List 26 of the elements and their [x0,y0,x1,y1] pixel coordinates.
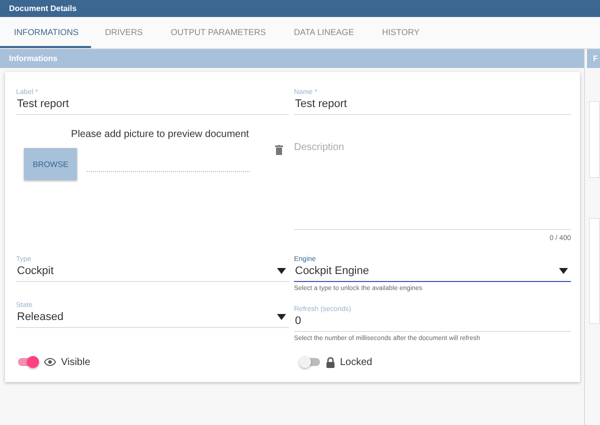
tab[interactable]: HISTORY [368,17,434,48]
field-value: Cockpit Engine [294,264,370,278]
section-title: F [593,54,598,63]
toggle-label: Visible [61,356,90,368]
toggle-switch[interactable] [17,356,39,368]
tab[interactable]: OUTPUT PARAMETERS [156,17,280,48]
window-title: Document Details [9,4,77,13]
tab[interactable]: DATA LINEAGE [280,17,368,48]
placeholder: Description [294,142,344,153]
eye-icon [44,358,56,366]
field-value: Released [16,310,64,324]
caret-icon [277,268,286,274]
preview-message: Please add picture to preview document [71,129,249,140]
caret-icon [277,314,286,320]
caret-icon [559,268,568,274]
field-value: Test report [16,97,70,111]
toggle-label: Locked [340,356,372,368]
toggle-switch[interactable] [299,356,321,368]
tab[interactable]: DRIVERS [91,17,157,48]
field-value: 0 [294,314,302,328]
lock-icon [326,356,335,368]
browse-button[interactable]: BROWSE [24,148,77,180]
field-value: Test report [294,97,348,111]
field-value: Cockpit [16,264,55,278]
section-title: Informations [9,54,58,63]
delete-icon[interactable] [275,145,283,155]
